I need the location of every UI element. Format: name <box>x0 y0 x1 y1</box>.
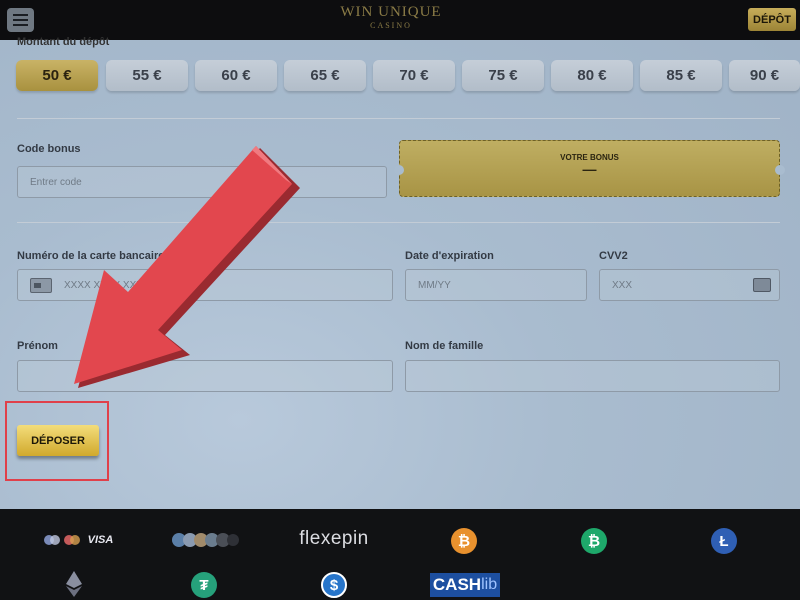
amount-option[interactable]: 55 € <box>106 60 188 91</box>
cashlib-logo: CASH lib <box>430 573 500 597</box>
flexepin-label: flexepin <box>299 528 369 549</box>
cvv-label: CVV2 <box>599 250 628 262</box>
first-name-label: Prénom <box>17 340 58 352</box>
amount-option[interactable]: 65 € <box>284 60 366 91</box>
cvv-input[interactable]: XXX <box>599 269 780 301</box>
expiry-input[interactable]: MM/YY <box>405 269 587 301</box>
amount-option[interactable]: 70 € <box>373 60 455 91</box>
deposit-header-button[interactable]: DÉPÔT <box>748 8 796 31</box>
credit-card-icon <box>30 277 52 293</box>
cvv-placeholder: XXX <box>612 279 633 291</box>
amount-option[interactable]: 80 € <box>551 60 633 91</box>
amount-option[interactable]: 50 € <box>16 60 98 91</box>
deposit-submit-button[interactable]: DÉPOSER <box>17 425 99 456</box>
expiry-label: Date d'expiration <box>405 250 494 262</box>
menu-line <box>13 19 28 21</box>
mastercard-icon <box>43 535 80 545</box>
usdc-logo: $ <box>320 571 348 599</box>
pointer-arrow-icon <box>74 146 300 388</box>
menu-line <box>13 14 28 16</box>
divider <box>17 118 780 119</box>
crypto-coins-logo <box>170 531 240 549</box>
mastercard-maestro-visa-logo: VISA <box>38 531 118 549</box>
cashlib-cash-label: CASH <box>432 575 482 594</box>
bitcoin-cash-icon: ₿ <box>581 528 607 554</box>
bitcoin-logo: ₿ <box>450 527 478 555</box>
ethereum-logo <box>62 571 86 597</box>
flexepin-logo: flexepin <box>298 527 370 551</box>
cashlib-lib-label: lib <box>481 576 498 593</box>
menu-line <box>13 24 28 26</box>
logo-subtitle: CASINO <box>370 21 412 30</box>
amount-label: Montant du dépôt <box>17 36 110 48</box>
amount-option[interactable]: 60 € <box>195 60 277 91</box>
bitcoin-icon: ₿ <box>451 528 477 554</box>
hamburger-menu-button[interactable] <box>7 8 34 32</box>
amount-option[interactable]: 90 € <box>729 60 800 91</box>
bitcoin-cash-logo: ₿ <box>580 527 608 555</box>
ticket-notch <box>394 165 404 175</box>
tether-logo: ₮ <box>190 571 218 599</box>
bonus-ticket: VOTRE BONUS — <box>394 140 785 197</box>
ticket-notch <box>775 165 785 175</box>
amount-option[interactable]: 75 € <box>462 60 544 91</box>
coins-strip-icon <box>172 533 239 547</box>
usdc-icon: $ <box>321 572 347 598</box>
payment-methods-footer: VISA flexepin ₿ ₿ Ł ₮ $ CASH lib <box>0 509 800 600</box>
ethereum-icon <box>66 571 82 597</box>
card-back-icon <box>753 278 771 292</box>
casino-logo[interactable]: WIN UNIQUE CASINO <box>336 3 446 37</box>
litecoin-logo: Ł <box>710 527 738 555</box>
tether-icon: ₮ <box>191 572 217 598</box>
amount-option[interactable]: 85 € <box>640 60 722 91</box>
logo-brand: WIN UNIQUE <box>340 4 442 20</box>
visa-label: VISA <box>87 534 114 546</box>
last-name-label: Nom de famille <box>405 340 484 352</box>
bonus-ticket-value: — <box>582 161 597 177</box>
litecoin-icon: Ł <box>711 528 737 554</box>
top-bar: WIN UNIQUE CASINO DÉPÔT <box>0 0 800 40</box>
last-name-input[interactable] <box>405 360 780 392</box>
